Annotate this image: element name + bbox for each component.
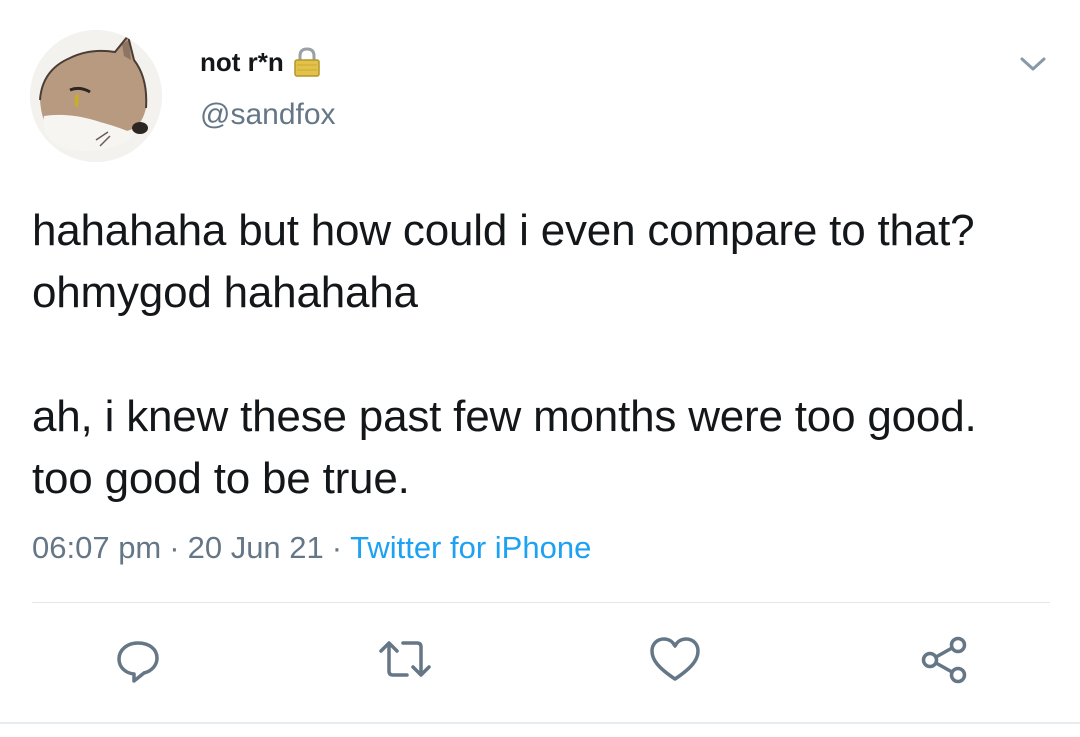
user-handle[interactable]: @sandfox — [200, 98, 336, 132]
like-icon — [650, 637, 700, 681]
display-name[interactable]: not r*n — [200, 47, 284, 78]
tweet-text: hahahaha but how could i even compare to… — [32, 200, 1042, 510]
tweet-paragraph-1: hahahaha but how could i even compare to… — [32, 206, 975, 317]
retweet-icon — [379, 641, 431, 677]
display-name-row: not r*n — [200, 42, 336, 82]
reply-icon — [117, 641, 159, 683]
separator: · — [169, 530, 180, 565]
tweet-source-link[interactable]: Twitter for iPhone — [350, 530, 591, 565]
share-icon — [921, 636, 967, 684]
author-block: not r*n @sandfox — [200, 42, 336, 132]
tweet-time: 06:07 pm — [32, 530, 162, 565]
tweet-metadata: 06:07 pm · 20 Jun 21 · Twitter for iPhone — [32, 530, 591, 566]
share-button[interactable] — [914, 630, 974, 690]
tweet-paragraph-2: ah, i knew these past few months were to… — [32, 392, 977, 503]
retweet-button[interactable] — [375, 630, 435, 690]
divider — [32, 602, 1050, 603]
tweet: not r*n @sandfox hahahaha but how could … — [0, 0, 1080, 737]
bottom-border — [0, 722, 1080, 724]
fox-avatar-image — [30, 30, 162, 162]
action-bar — [0, 630, 1080, 700]
tweet-date: 20 Jun 21 — [187, 530, 324, 565]
lock-icon — [292, 46, 322, 78]
separator: · — [331, 530, 343, 565]
like-button[interactable] — [645, 630, 705, 690]
chevron-down-icon[interactable] — [1016, 52, 1050, 76]
reply-button[interactable] — [108, 630, 168, 690]
avatar[interactable] — [30, 30, 162, 162]
